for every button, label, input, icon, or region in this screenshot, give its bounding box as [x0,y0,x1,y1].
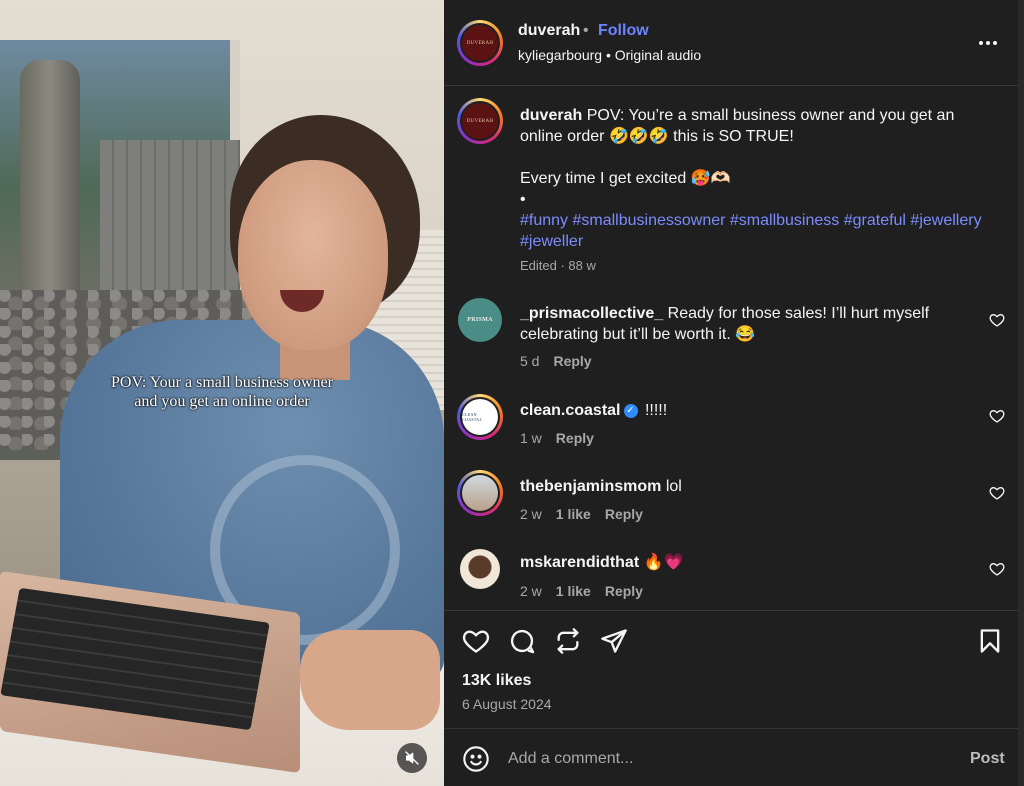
comment-username[interactable]: mskarendidthat [520,554,639,571]
commenter-avatar[interactable]: CLEAN COASTAL [457,394,503,440]
reply-button[interactable]: Reply [605,506,643,522]
action-bar [444,610,1018,666]
bookmark-icon[interactable] [976,627,1004,655]
comment-time: 5 d [520,353,540,369]
verified-badge-icon: ✓ [623,403,638,418]
avatar-border: CLEAN COASTAL [460,397,500,437]
comment-username[interactable]: clean.coastal [520,402,621,419]
post-comment-button[interactable]: Post [970,750,1005,768]
avatar-logo-text: PRISMA [467,317,493,323]
comment-item: mskarendidthat 🔥💗 2 w 1 like Reply [457,546,1007,616]
scrollbar[interactable] [1018,0,1024,786]
caption-bullet: • [520,191,526,208]
comment-likes[interactable]: 1 like [556,583,591,599]
caption-avatar-image: DUVERAH [462,103,498,139]
caption-username[interactable]: duverah [520,107,582,124]
comment-text: _prismacollective_ Ready for those sales… [520,303,940,345]
audio-info: kyliegarbourg • Original audio [518,47,701,63]
caption-author-avatar[interactable]: DUVERAH [457,98,503,144]
comment-text: clean.coastal ✓ !!!!! [520,400,940,421]
commenter-avatar-image: CLEAN COASTAL [462,399,498,435]
reply-button[interactable]: Reply [605,583,643,599]
commenter-avatar-image [460,549,500,589]
comment-input[interactable] [508,747,908,771]
comment-icon[interactable] [508,627,536,655]
comment-text: thebenjaminsmom lol [520,476,940,497]
commenter-avatar[interactable] [457,470,503,516]
comment-text: mskarendidthat 🔥💗 [520,552,940,573]
person-face [238,160,388,350]
video-overlay-caption: POV: Your a small business owner and you… [82,373,362,411]
overlay-caption-line: POV: Your a small business owner [111,374,333,391]
background-tree [20,60,80,320]
comment-meta: 2 w 1 like Reply [520,583,643,599]
header-separator: • [583,22,589,39]
reel-video[interactable]: POV: Your a small business owner and you… [0,0,444,786]
avatar-logo-text: CLEAN COASTAL [462,412,483,422]
comment-time: 2 w [520,506,542,522]
commenter-avatar-image [462,475,498,511]
likes-count[interactable]: 13K likes [462,672,531,690]
heart-icon[interactable] [462,627,490,655]
commenter-avatar[interactable]: PRISMA [457,297,503,343]
avatar-border: DUVERAH [460,101,500,141]
avatar-border: DUVERAH [460,23,500,63]
mute-button[interactable] [397,743,427,773]
emoji-icon[interactable] [462,745,490,773]
comment-item: PRISMA _prismacollective_ Ready for thos… [457,297,1007,369]
avatar-border [460,473,500,513]
reply-button[interactable]: Reply [556,430,594,446]
audio-label[interactable]: Original audio [615,47,701,63]
caption-meta: Edited · 88 w [520,258,596,273]
follow-button[interactable]: Follow [598,22,649,40]
comment-time: 2 w [520,583,542,599]
post-header: DUVERAH duverah • Follow kyliegarbourg •… [444,0,1018,86]
comment-item: CLEAN COASTAL clean.coastal ✓ !!!!! 1 w R… [457,394,1007,464]
like-comment-icon[interactable] [989,485,1005,501]
caption-line1: POV: You’re a small business owner and y… [520,107,955,145]
comment-likes[interactable]: 1 like [556,506,591,522]
comment-body: 🔥💗 [643,554,684,571]
post-panel: DUVERAH duverah • Follow kyliegarbourg •… [444,0,1018,786]
reply-button[interactable]: Reply [553,353,591,369]
person-hand [300,630,440,730]
like-comment-icon[interactable] [989,408,1005,424]
add-comment-bar: Post [444,728,1018,786]
audio-separator: • [605,47,611,63]
caption-hashtags[interactable]: #funny #smallbusinessowner #smallbusines… [520,210,990,252]
comment-meta: 2 w 1 like Reply [520,506,643,522]
comment-body: !!!!! [644,402,668,419]
comment-body: lol [665,478,682,495]
comment-meta: 1 w Reply [520,430,594,446]
author-username[interactable]: duverah [518,22,580,40]
repost-icon[interactable] [554,627,582,655]
author-avatar-image: DUVERAH [462,25,498,61]
caption-text: duverah POV: You’re a small business own… [520,105,990,252]
like-comment-icon[interactable] [989,561,1005,577]
comment-item: thebenjaminsmom lol 2 w 1 like Reply [457,470,1007,540]
comment-time: 1 w [520,430,542,446]
commenter-avatar[interactable] [457,546,503,592]
commenter-avatar-image: PRISMA [458,298,502,342]
like-comment-icon[interactable] [989,312,1005,328]
speaker-muted-icon [405,751,419,765]
comment-username[interactable]: _prismacollective_ [520,305,663,322]
comment-meta: 5 d Reply [520,353,592,369]
caption-line2: Every time I get excited 🥵🫶🏻 [520,170,731,187]
avatar-logo-text: DUVERAH [466,40,494,46]
avatar-logo-text: DUVERAH [466,118,494,124]
share-icon[interactable] [600,627,628,655]
author-avatar[interactable]: DUVERAH [457,20,503,66]
post-date: 6 August 2024 [462,696,552,712]
more-options-icon[interactable] [976,34,1000,52]
audio-user[interactable]: kyliegarbourg [518,47,602,63]
comment-username[interactable]: thebenjaminsmom [520,478,661,495]
overlay-caption-line: and you get an online order [134,393,310,410]
